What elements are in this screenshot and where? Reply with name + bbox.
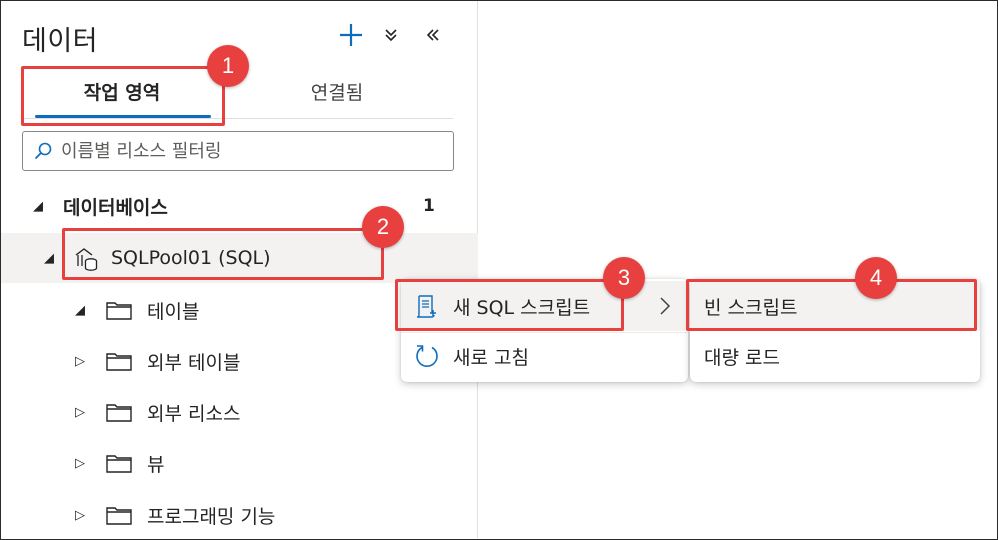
database-count: 1 <box>423 196 435 216</box>
caret-collapsed-icon[interactable]: ▷ <box>73 405 87 420</box>
filter-input[interactable] <box>61 140 441 162</box>
submenu: 빈 스크립트 대량 로드 <box>690 279 980 382</box>
folder-icon <box>106 455 132 473</box>
tree-item-label: SQLPool01 (SQL) <box>111 247 271 269</box>
folder-icon <box>106 404 132 422</box>
tree-item-sqlpool[interactable]: ◢ SQLPool01 (SQL) <box>1 233 478 283</box>
menu-item-empty-script[interactable]: 빈 스크립트 <box>690 281 980 331</box>
caret-collapsed-icon[interactable]: ▷ <box>73 456 87 471</box>
caret-collapsed-icon[interactable]: ▷ <box>73 354 87 369</box>
tree-item-label: 데이터베이스 <box>63 196 168 219</box>
menu-item-new-sql-script[interactable]: 새 SQL 스크립트 <box>401 281 688 331</box>
tree-item-label: 프로그래밍 기능 <box>147 505 276 528</box>
chevron-right-icon <box>660 297 671 315</box>
folder-icon <box>106 353 132 371</box>
menu-item-label: 새 SQL 스크립트 <box>453 296 591 319</box>
panel-title: 데이터 <box>22 26 99 57</box>
tree-item-databases[interactable]: ◢ 데이터베이스 1 <box>1 181 478 231</box>
callout-badge: 4 <box>855 257 897 299</box>
caret-expanded-icon[interactable]: ◢ <box>73 303 87 318</box>
tree-item-programmability[interactable]: ▷ 프로그래밍 기능 <box>1 490 478 540</box>
filter-search-box[interactable] <box>22 131 454 171</box>
double-chevron-down-icon[interactable] <box>379 17 403 53</box>
tree-item-external-resources[interactable]: ▷ 외부 리소스 <box>1 387 478 437</box>
tree-item-label: 뷰 <box>147 453 165 476</box>
sql-pool-icon <box>75 248 98 271</box>
callout-badge: 2 <box>362 206 404 248</box>
menu-item-label: 빈 스크립트 <box>704 296 798 319</box>
tree-item-label: 외부 테이블 <box>147 351 241 374</box>
menu-item-bulk-load[interactable]: 대량 로드 <box>690 331 980 381</box>
folder-icon <box>106 507 132 525</box>
tree-item-label: 테이블 <box>147 300 200 323</box>
callout-badge: 1 <box>207 45 249 87</box>
tab-linked[interactable]: 연결됨 <box>251 63 423 119</box>
context-menu: 새 SQL 스크립트 새로 고침 <box>401 279 688 382</box>
menu-item-label: 새로 고침 <box>453 346 529 369</box>
refresh-icon <box>416 345 438 367</box>
caret-expanded-icon[interactable]: ◢ <box>42 251 56 266</box>
callout-badge: 3 <box>603 257 645 299</box>
plus-icon[interactable] <box>335 17 367 53</box>
script-icon <box>416 295 436 318</box>
caret-expanded-icon[interactable]: ◢ <box>31 199 45 214</box>
double-chevron-left-icon[interactable] <box>419 17 447 53</box>
menu-item-label: 대량 로드 <box>704 346 780 369</box>
search-icon <box>34 142 52 160</box>
selected-tab-indicator <box>35 115 211 118</box>
tree-item-label: 외부 리소스 <box>147 402 241 425</box>
tab-workspace[interactable]: 작업 영역 <box>33 63 211 119</box>
caret-collapsed-icon[interactable]: ▷ <box>73 508 87 523</box>
menu-item-refresh[interactable]: 새로 고침 <box>401 331 688 381</box>
tree-item-views[interactable]: ▷ 뷰 <box>1 438 478 488</box>
folder-icon <box>106 302 132 320</box>
